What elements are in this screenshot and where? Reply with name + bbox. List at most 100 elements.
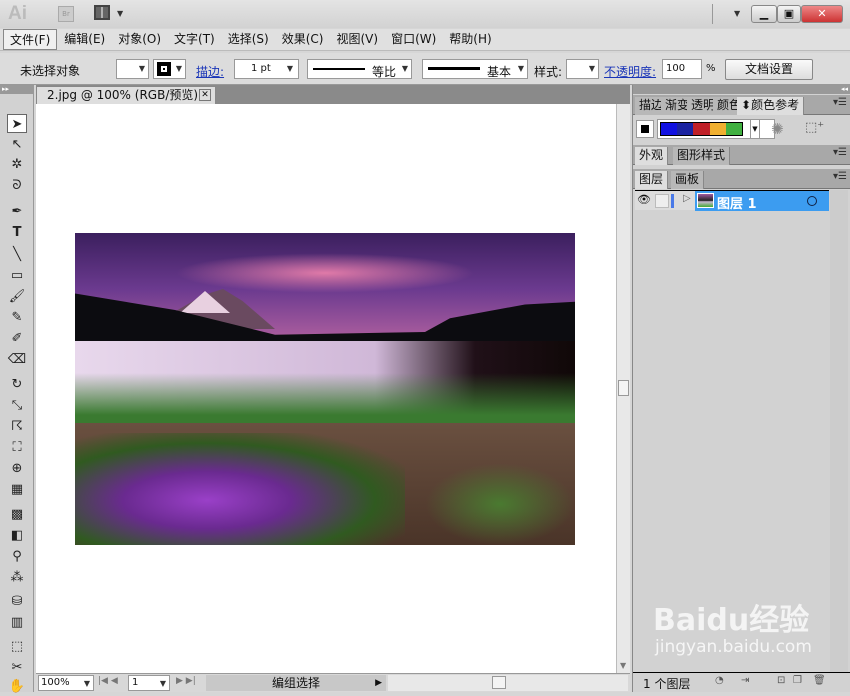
base-color-swatch[interactable] — [636, 120, 654, 138]
menu-view[interactable]: 视图(V) — [330, 29, 384, 50]
edit-colors-icon[interactable]: ✺ — [771, 120, 784, 138]
selection-status: 未选择对象 — [20, 64, 81, 78]
tab-artboards[interactable]: 画板 — [671, 171, 705, 189]
warp-tool-icon[interactable]: ☈ — [7, 417, 27, 436]
close-button[interactable]: ✕ — [801, 5, 843, 23]
type-tool-icon[interactable]: T — [7, 223, 27, 242]
tab-appearance[interactable]: 外观 — [635, 147, 669, 165]
opacity-link[interactable]: 不透明度: — [604, 63, 656, 80]
visibility-eye-icon[interactable]: 👁 — [637, 193, 651, 206]
color-panel-tabs: 描边 渐变 透明 颜色 ⬍颜色参考 ▾☰ — [633, 95, 850, 115]
column-graph-tool-icon[interactable]: ▥ — [7, 613, 27, 632]
chevron-down-icon[interactable]: ▼ — [117, 9, 123, 18]
symbol-sprayer-tool-icon[interactable]: ⛁ — [7, 592, 27, 611]
panel-menu-icon[interactable]: ▾☰ — [833, 171, 847, 182]
gradient-tool-icon[interactable]: ◧ — [7, 526, 27, 545]
close-tab-icon[interactable]: ✕ — [199, 89, 211, 101]
stroke-color-picker[interactable]: ▼ — [153, 59, 186, 79]
shape-builder-tool-icon[interactable]: ⊕ — [7, 459, 27, 478]
save-color-group-icon[interactable]: ⬚⁺ — [805, 120, 824, 135]
blend-tool-icon[interactable]: ⁂ — [7, 568, 27, 587]
scale-tool-icon[interactable]: ⤡ — [7, 396, 27, 415]
menu-effect[interactable]: 效果(C) — [276, 29, 330, 50]
pen-tool-icon[interactable]: ✒ — [7, 202, 27, 221]
harmony-dropdown[interactable]: ▼ — [750, 119, 760, 139]
variable-width-profile[interactable]: 等比 ▼ — [307, 59, 412, 79]
stroke-weight-value: 1 pt — [251, 63, 271, 74]
workspace-layout-button[interactable] — [94, 5, 110, 20]
direct-selection-tool-icon[interactable]: ↖ — [7, 135, 27, 154]
document-tab[interactable]: 2.jpg @ 100% (RGB/预览) ✕ — [36, 86, 216, 104]
delete-layer-icon[interactable]: 🗑 — [813, 675, 826, 686]
divider — [712, 4, 713, 24]
selection-tool-icon[interactable]: ➤ — [7, 114, 27, 133]
brush-definition[interactable]: 基本 ▼ — [422, 59, 528, 79]
tab-graphic-styles[interactable]: 图形样式 — [673, 147, 731, 165]
minimize-button[interactable]: ▁ — [751, 5, 777, 23]
perspective-grid-tool-icon[interactable]: ▦ — [7, 480, 27, 499]
maximize-button[interactable]: ▣ — [777, 5, 801, 23]
bridge-button[interactable]: Br — [58, 6, 74, 22]
zoom-select[interactable]: 100% ▼ — [38, 675, 94, 691]
layers-footer: 1 个图层 ◔ ⇥ ⊡ ❐ 🗑 — [633, 672, 850, 692]
lock-toggle[interactable] — [655, 194, 669, 208]
menu-file[interactable]: 文件(F) — [3, 29, 58, 50]
status-mode[interactable]: 编组选择 ▶ — [206, 675, 386, 691]
layer-item-selected[interactable]: 图层 1 — [695, 191, 829, 212]
panel-menu-icon[interactable]: ▾☰ — [833, 147, 847, 158]
color-swatch[interactable] — [693, 123, 710, 135]
menu-select[interactable]: 选择(S) — [222, 29, 275, 50]
workspace-dropdown[interactable]: ▼ — [734, 9, 740, 18]
stroke-link[interactable]: 描边: — [196, 63, 224, 80]
eraser-tool-icon[interactable]: ⌫ — [7, 350, 27, 369]
new-sublayer-icon[interactable]: ⊡ — [777, 675, 785, 686]
color-swatch[interactable] — [709, 123, 726, 135]
locate-object-icon[interactable]: ◔ — [715, 675, 724, 686]
scroll-down-arrow[interactable]: ▼ — [620, 661, 626, 670]
menu-edit[interactable]: 编辑(E) — [58, 29, 111, 50]
placed-landscape-image[interactable] — [75, 233, 575, 545]
artboard-tool-icon[interactable]: ⬚ — [7, 637, 27, 656]
mesh-tool-icon[interactable]: ▩ — [7, 505, 27, 524]
menu-help[interactable]: 帮助(H) — [443, 29, 497, 50]
document-setup-button[interactable]: 文档设置 — [725, 59, 813, 80]
color-swatch[interactable] — [725, 123, 743, 135]
lasso-tool-icon[interactable]: ᘐ — [7, 176, 27, 195]
artboard-select[interactable]: 1 ▼ — [128, 675, 170, 691]
stroke-weight-field[interactable]: 1 pt ▼ — [234, 59, 299, 79]
paintbrush-tool-icon[interactable]: 🖌 — [7, 287, 27, 306]
layer-name: 图层 1 — [717, 197, 757, 212]
expand-triangle-icon[interactable]: ▷ — [683, 193, 691, 204]
next-artboard-button[interactable]: ▶ ▶| — [176, 676, 196, 686]
fill-color-picker[interactable]: ▼ — [116, 59, 149, 79]
free-transform-tool-icon[interactable]: ⛶ — [7, 438, 27, 457]
blob-brush-tool-icon[interactable]: ✐ — [7, 329, 27, 348]
panel-menu-icon[interactable]: ▾☰ — [833, 97, 847, 108]
target-circle-icon[interactable] — [807, 196, 817, 206]
pencil-tool-icon[interactable]: ✎ — [7, 308, 27, 327]
layers-scrollbar[interactable] — [830, 190, 848, 672]
eyedropper-tool-icon[interactable]: ⚲ — [7, 547, 27, 566]
tab-layers[interactable]: 图层 — [635, 171, 669, 189]
tab-color-guide[interactable]: ⬍颜色参考 — [737, 97, 805, 115]
rotate-tool-icon[interactable]: ↻ — [7, 375, 27, 394]
new-layer-icon[interactable]: ❐ — [793, 675, 802, 686]
opacity-field[interactable]: 100 — [662, 59, 702, 79]
menu-object[interactable]: 对象(O) — [112, 29, 167, 50]
menu-window[interactable]: 窗口(W) — [385, 29, 442, 50]
magic-wand-tool-icon[interactable]: ✲ — [7, 155, 27, 174]
vertical-scrollbar[interactable]: ▼ — [616, 104, 630, 673]
rectangle-tool-icon[interactable]: ▭ — [7, 266, 27, 285]
scroll-thumb[interactable] — [618, 380, 629, 396]
hand-tool-icon[interactable]: ✋ — [7, 677, 27, 696]
make-clipping-mask-icon[interactable]: ⇥ — [741, 675, 749, 686]
layer-row[interactable]: 👁 ▷ 图层 1 — [635, 190, 829, 212]
color-swatch[interactable] — [661, 123, 678, 135]
slice-tool-icon[interactable]: ✂ — [7, 658, 27, 677]
horizontal-scrollbar[interactable] — [388, 675, 628, 691]
color-swatch[interactable] — [677, 123, 694, 135]
menu-type[interactable]: 文字(T) — [168, 29, 221, 50]
line-tool-icon[interactable]: ╲ — [7, 245, 27, 264]
style-picker[interactable]: ▼ — [566, 59, 599, 79]
first-artboard-button[interactable]: |◀ ◀ — [98, 676, 118, 686]
